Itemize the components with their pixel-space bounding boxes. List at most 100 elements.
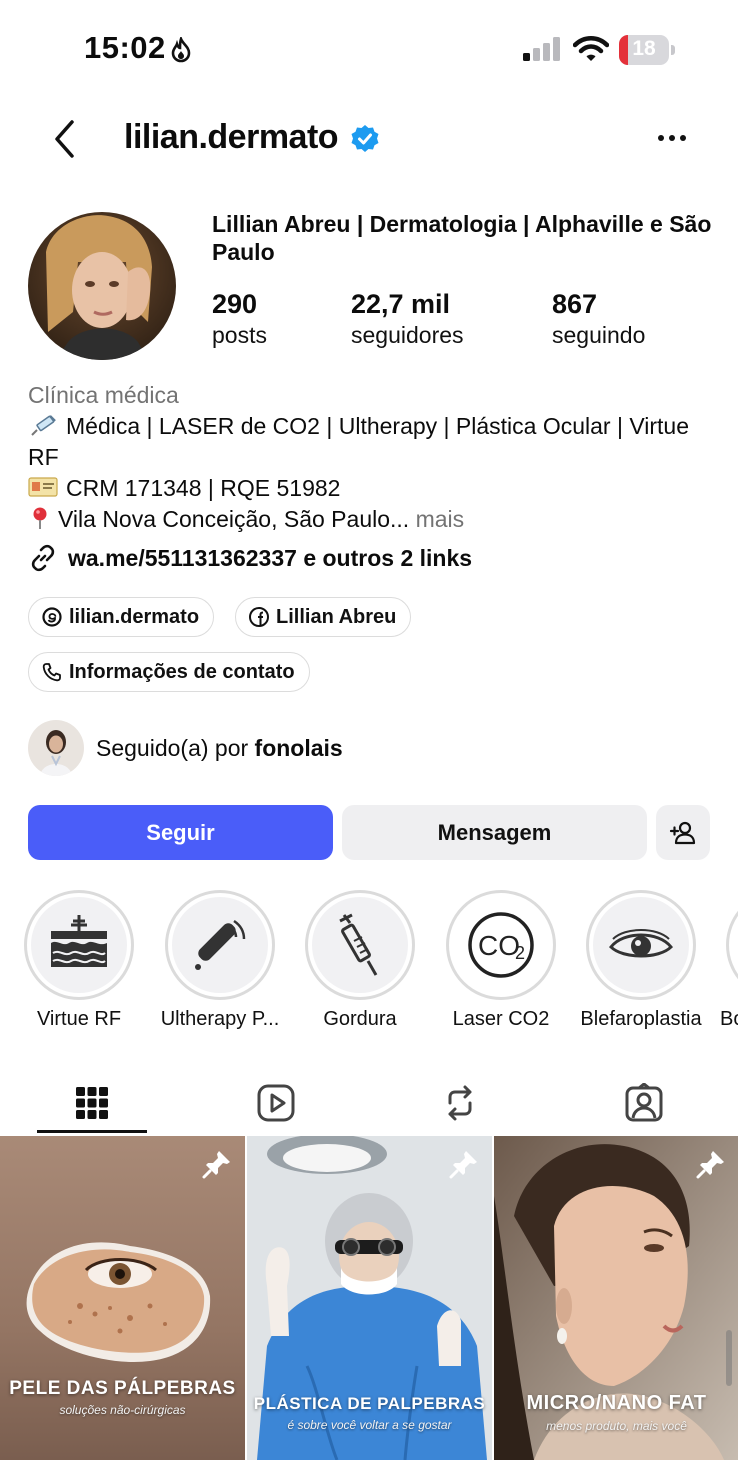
- stat-following[interactable]: 867 seguindo: [552, 288, 645, 350]
- scrollbar[interactable]: [726, 1330, 732, 1386]
- pin-icon: [202, 1151, 230, 1179]
- skin-layers-icon: [51, 915, 107, 967]
- highlight-virtue-rf[interactable]: Virtue RF: [9, 890, 149, 1031]
- verified-badge-icon: [351, 125, 379, 152]
- post-subtitle: menos produto, mais você: [546, 1419, 687, 1433]
- stat-label: seguindo: [552, 322, 646, 348]
- cellular-signal-icon: [523, 37, 560, 61]
- highlight-label: Gordura: [323, 1008, 397, 1030]
- stat-value: 22,7 mil: [351, 289, 451, 319]
- reels-play-icon: [257, 1084, 295, 1122]
- bio-line: Médica | LASER de CO2 | Ultherapy | Plás…: [28, 411, 718, 473]
- bio-link[interactable]: wa.me/551131362337 e outros 2 links: [28, 540, 472, 576]
- profile-tabs: [0, 1070, 738, 1136]
- status-bar: 15:02 18: [0, 0, 738, 100]
- stat-value: 290: [212, 289, 258, 319]
- highlight-laser-co2[interactable]: CO 2 Laser CO2: [431, 890, 571, 1031]
- tab-reposts[interactable]: [368, 1070, 552, 1136]
- followed-by-text: Seguido(a) por fonolais: [96, 735, 343, 762]
- tab-tagged[interactable]: [552, 1070, 736, 1136]
- repost-icon: [448, 1085, 472, 1121]
- highlight-gordura[interactable]: Gordura: [290, 890, 430, 1031]
- highlight-blefaroplastia[interactable]: Blefaroplastia: [571, 890, 711, 1031]
- phone-icon: [42, 663, 61, 682]
- status-time: 15:02: [84, 30, 166, 65]
- threads-icon: [42, 607, 62, 627]
- bio-line: CRM 171348 | RQE 51982: [28, 473, 718, 504]
- syringe-emoji-icon: [31, 415, 56, 436]
- back-arrow-icon[interactable]: [48, 118, 82, 160]
- more-options-icon[interactable]: [652, 126, 692, 150]
- battery-level: 18: [632, 37, 656, 60]
- threads-chip[interactable]: lilian.dermato: [28, 597, 215, 637]
- tab-reels[interactable]: [184, 1070, 368, 1136]
- svg-text:CO: CO: [478, 930, 520, 961]
- followed-by-row[interactable]: Seguido(a) por fonolais: [28, 720, 343, 776]
- highlight-partial[interactable]: Bo: [712, 890, 738, 1031]
- bio-location: Vila Nova Conceição, São Paulo...: [58, 506, 410, 532]
- tab-grid[interactable]: [0, 1070, 184, 1136]
- message-button[interactable]: Mensagem: [342, 805, 647, 860]
- eye-icon: [609, 929, 673, 958]
- contact-info-chip[interactable]: Informações de contato: [28, 652, 310, 692]
- contact-info-chip-label: Informações de contato: [69, 660, 295, 683]
- profile-avatar[interactable]: [28, 212, 176, 360]
- id-card-emoji-icon: [28, 477, 58, 497]
- follow-button[interactable]: Seguir: [28, 805, 333, 860]
- stat-posts[interactable]: 290 posts: [212, 288, 267, 350]
- bio-more-link[interactable]: mais: [416, 506, 465, 532]
- post-thumbnail[interactable]: PELE DAS PÁLPEBRAS soluções não-cirúrgic…: [0, 1136, 245, 1460]
- stat-value: 867: [552, 289, 598, 319]
- post-title: MICRO/NANO FAT: [526, 1392, 707, 1414]
- ultrasound-device-icon: [195, 919, 246, 970]
- profile-bio: Clínica médica Médica | LASER de CO2 | U…: [28, 380, 718, 535]
- bio-specialties: Médica | LASER de CO2 | Ultherapy | Plás…: [28, 413, 690, 470]
- highlight-label: Blefaroplastia: [580, 1008, 702, 1030]
- pin-icon: [449, 1151, 477, 1179]
- post-thumbnail[interactable]: PLÁSTICA DE PALPEBRAS é sobre você volta…: [247, 1136, 492, 1460]
- pin-icon: [696, 1151, 724, 1179]
- co2-icon: CO 2: [468, 912, 534, 978]
- profile-display-name: Lillian Abreu | Dermatologia | Alphavill…: [212, 211, 712, 265]
- followed-by-name[interactable]: fonolais: [255, 735, 343, 761]
- post-subtitle: é sobre você voltar a se gostar: [287, 1418, 452, 1432]
- follower-avatar: [28, 720, 84, 776]
- stat-label: seguidores: [351, 322, 464, 348]
- post-title: PELE DAS PÁLPEBRAS: [9, 1378, 236, 1399]
- facebook-chip-label: Lillian Abreu: [276, 605, 397, 628]
- link-icon: [31, 544, 55, 572]
- threads-chip-label: lilian.dermato: [69, 605, 200, 628]
- facebook-icon: [249, 607, 269, 627]
- post-title: PLÁSTICA DE PALPEBRAS: [253, 1394, 486, 1413]
- highlight-ring: [726, 890, 738, 1000]
- profile-username: lilian.dermato: [124, 118, 339, 156]
- bio-link-text: wa.me/551131362337 e outros 2 links: [68, 544, 473, 571]
- post-subtitle: soluções não-cirúrgicas: [59, 1403, 186, 1417]
- flame-icon: [171, 37, 191, 63]
- add-person-icon: [669, 821, 696, 844]
- highlight-ultherapy[interactable]: Ultherapy P...: [150, 890, 290, 1031]
- facebook-chip[interactable]: Lillian Abreu: [235, 597, 412, 637]
- tagged-person-icon: [625, 1083, 663, 1122]
- stat-followers[interactable]: 22,7 mil seguidores: [351, 288, 464, 350]
- bio-credentials: CRM 171348 | RQE 51982: [66, 475, 341, 501]
- highlight-label: Ultherapy P...: [160, 1008, 280, 1030]
- bio-line: Vila Nova Conceição, São Paulo... mais: [28, 504, 718, 535]
- syringe-icon: [339, 913, 378, 976]
- highlight-label: Virtue RF: [36, 1008, 122, 1030]
- post-thumbnail[interactable]: MICRO/NANO FAT menos produto, mais você: [494, 1136, 738, 1460]
- grid-icon: [76, 1087, 108, 1119]
- posts-grid: PELE DAS PÁLPEBRAS soluções não-cirúrgic…: [0, 1136, 738, 1460]
- stat-label: posts: [212, 322, 267, 348]
- bio-category: Clínica médica: [28, 382, 179, 408]
- svg-text:2: 2: [515, 943, 525, 963]
- profile-photo: [28, 212, 176, 360]
- highlight-label: Bo: [720, 1008, 738, 1030]
- suggest-users-button[interactable]: [656, 805, 710, 860]
- active-tab-indicator: [37, 1130, 147, 1133]
- location-pin-emoji-icon: [33, 507, 47, 529]
- highlight-label: Laser CO2: [452, 1008, 550, 1030]
- profile-header: lilian.dermato: [0, 100, 738, 180]
- wifi-icon: [573, 36, 609, 61]
- followed-by-prefix: Seguido(a) por: [96, 734, 249, 761]
